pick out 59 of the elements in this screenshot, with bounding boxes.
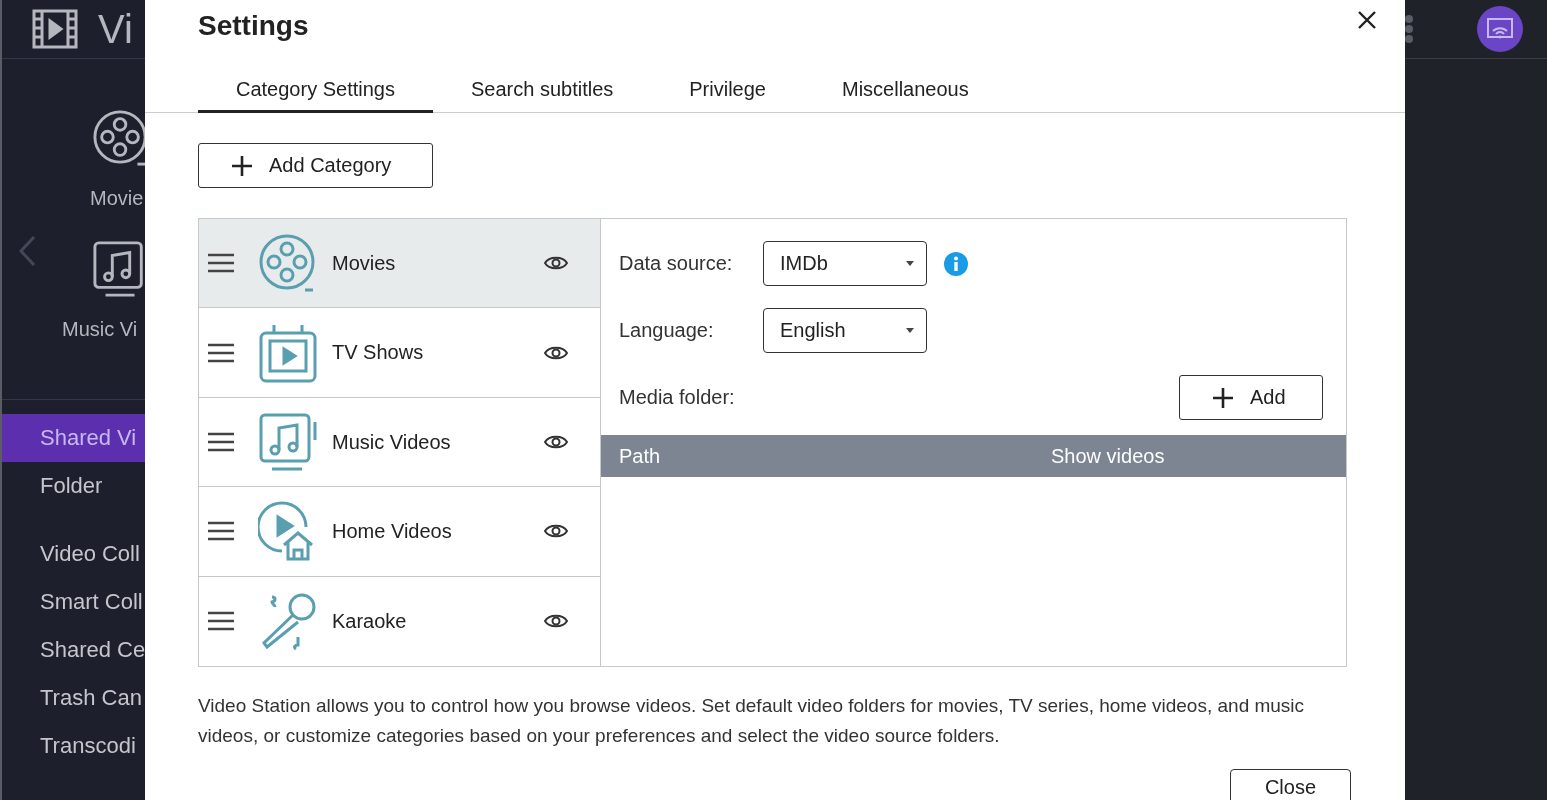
category-row[interactable]: TV Shows <box>199 308 600 398</box>
nav-item[interactable]: Shared Vi <box>2 414 145 462</box>
app-title: Vi <box>98 6 133 52</box>
field-label: Data source: <box>619 252 734 275</box>
drag-handle-icon[interactable] <box>208 521 234 542</box>
drag-handle-icon[interactable] <box>208 342 234 363</box>
nav-item[interactable]: Shared Ce <box>2 626 145 674</box>
drag-handle-icon[interactable] <box>208 611 234 632</box>
music-screen-icon <box>92 240 145 298</box>
category-name: Home Videos <box>332 519 453 543</box>
tab[interactable]: Category Settings <box>198 72 433 113</box>
tv-play-icon <box>258 322 318 383</box>
add-category-button[interactable]: Add Category <box>198 143 433 188</box>
data-source-dropdown[interactable]: IMDb <box>763 241 927 286</box>
more-icon[interactable] <box>1405 14 1415 44</box>
shortcut-label[interactable]: Music Vi <box>62 318 138 341</box>
cast-icon[interactable] <box>1477 6 1523 52</box>
shortcut-label[interactable]: Movie <box>90 187 144 210</box>
film-strip-icon <box>32 9 78 49</box>
close-icon[interactable] <box>1357 10 1377 30</box>
nav-item[interactable]: Smart Coll <box>2 578 145 626</box>
info-icon[interactable] <box>943 250 969 277</box>
column-header: Show videos <box>1051 444 1165 468</box>
drag-handle-icon[interactable] <box>208 253 234 274</box>
eye-icon[interactable] <box>544 613 568 630</box>
drag-handle-icon[interactable] <box>208 432 234 452</box>
nav-item[interactable]: Video Coll <box>2 530 145 578</box>
tab[interactable]: Miscellaneous <box>804 72 1007 113</box>
close-button[interactable]: Close <box>1230 769 1351 800</box>
field-label: Media folder: <box>619 386 736 409</box>
eye-icon[interactable] <box>544 255 568 272</box>
category-name: Movies <box>332 251 397 275</box>
category-row[interactable]: Movies <box>199 219 600 309</box>
nav-item[interactable]: Transcodi <box>2 722 145 770</box>
tab[interactable]: Privilege <box>651 72 804 113</box>
nav-item[interactable]: Folder <box>2 462 145 510</box>
category-name: Music Videos <box>332 430 452 454</box>
eye-icon[interactable] <box>544 434 568 450</box>
nav-item[interactable]: Trash Can <box>2 674 145 722</box>
category-name: TV Shows <box>332 341 425 365</box>
caret-icon <box>906 328 914 333</box>
category-name: Karaoke <box>332 609 408 633</box>
language-dropdown[interactable]: English <box>763 308 927 353</box>
column-header: Path <box>619 444 662 468</box>
eye-icon[interactable] <box>544 344 568 361</box>
music-screen-icon <box>258 412 318 472</box>
category-row[interactable]: Home Videos <box>199 487 600 577</box>
eye-icon[interactable] <box>544 523 568 540</box>
tab[interactable]: Search subtitles <box>433 72 652 113</box>
film-reel-icon <box>92 109 145 167</box>
plus-icon <box>1212 386 1234 409</box>
category-row[interactable]: Music Videos <box>199 397 600 488</box>
field-label: Language: <box>619 319 715 342</box>
add-button[interactable]: Add <box>1179 375 1323 420</box>
plus-icon <box>231 154 253 177</box>
category-row[interactable]: Karaoke <box>199 576 600 666</box>
description-text: Video Station allows you to control how you browse videos. Set default video folders for movies, TV series, home videos, and music videos, or customize categories based on your preferences and select the video source folders. <box>198 694 1306 748</box>
caret-icon <box>906 261 914 266</box>
dialog-title: Settings <box>198 10 309 42</box>
